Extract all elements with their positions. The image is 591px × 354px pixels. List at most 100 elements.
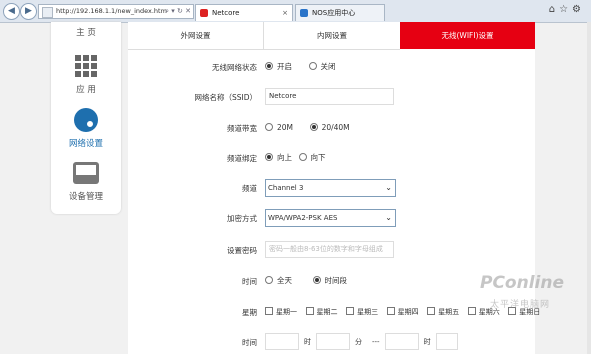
checkbox-icon [427,307,436,315]
time-range-label: 时间 [242,338,257,347]
option-label: 全天 [277,276,292,285]
ssid-row: 网络名称（SSID） Netcore [128,88,535,108]
end-minute-input[interactable] [435,333,458,350]
bandwidth-row: 频道带宽 20M 20/40M [128,119,535,139]
weekday-checkbox-wed[interactable]: 星期三 [346,303,378,321]
tab-wan-settings[interactable]: 外网设置 [128,22,264,50]
sidebar-item-label: 应 用 [76,85,96,95]
time-period-option[interactable]: 时间段 [312,272,348,290]
browser-tab-nos[interactable]: NOS应用中心 [295,4,385,21]
bandwidth-20-40m-option[interactable]: 20/40M [309,119,350,137]
time-range-row: 时间 时 分 --- 时 [128,333,535,353]
sidebar-item-home[interactable]: 主 页 [51,26,121,38]
time-mode-label: 时间 [242,277,257,286]
channel-selected-value: Channel 3 [268,184,304,192]
weekday-label: 星期一 [276,308,297,316]
channel-bind-label: 频道绑定 [227,154,257,163]
channel-bind-row: 频道绑定 向上 向下 [128,149,535,169]
nos-favicon-icon [300,9,308,17]
start-hour-input[interactable] [265,333,299,350]
option-label: 时间段 [324,276,348,285]
minute-unit-label: 分 [355,337,362,346]
browser-tab-label: NOS应用中心 [312,9,356,17]
wireless-status-label: 无线网络状态 [212,63,257,72]
tab-wifi-settings[interactable]: 无线(WIFI)设置 [400,22,535,49]
radio-checked-icon [265,153,273,161]
sidebar-item-label: 主 页 [76,28,96,38]
bandwidth-20m-option[interactable]: 20M [265,119,293,137]
range-dash: --- [372,337,380,346]
hour-unit-label: 时 [304,337,311,346]
checkbox-icon [346,307,355,315]
settings-tabs: 外网设置 内网设置 无线(WIFI)设置 [128,22,535,50]
sidebar-item-device-management[interactable]: 设备管理 [51,162,121,202]
weekdays-row: 星期 星期一 星期二 星期三 星期四 星期五 星期六 星期日 [128,303,540,323]
channel-label: 频道 [242,184,257,193]
pconline-watermark: PConline 太平洋电脑网 [478,273,588,353]
encryption-row: 加密方式 WPA/WPA2-PSK AES ⌄ [128,209,535,229]
weekday-label: 星期三 [357,308,379,316]
sidebar-item-label: 设备管理 [68,192,103,202]
end-hour-input[interactable] [384,333,419,350]
option-label: 向下 [310,153,326,162]
option-label: 开启 [277,62,292,71]
channel-bind-down-option[interactable]: 向下 [298,149,326,167]
ssid-label: 网络名称（SSID） [194,93,257,102]
sidebar-item-label: 网络设置 [68,139,103,149]
weekday-checkbox-tue[interactable]: 星期二 [305,303,338,321]
weekday-label: 星期二 [316,308,338,316]
radio-unchecked-icon [298,153,307,161]
ssid-input[interactable]: Netcore [265,88,394,105]
sidebar: 主 页 应 用 网络设置 设备管理 [51,22,121,214]
apps-grid-icon [75,55,97,77]
time-mode-row: 时间 全天 时间段 [128,272,535,292]
password-label: 设置密码 [227,246,257,255]
channel-row: 频道 Channel 3 ⌄ [128,179,535,199]
sidebar-item-apps[interactable]: 应 用 [51,55,121,95]
weekday-checkbox-fri[interactable]: 星期五 [427,303,459,321]
weekdays-label: 星期 [242,308,257,317]
close-tab-icon[interactable]: × [282,5,288,21]
browser-tab-label: Netcore [212,9,240,17]
encryption-select[interactable]: WPA/WPA2-PSK AES ⌄ [265,209,396,227]
wireless-off-option[interactable]: 关闭 [308,58,336,76]
time-all-day-option[interactable]: 全天 [265,272,292,290]
radio-unchecked-icon [265,276,273,284]
hour-unit-label: 时 [423,337,431,346]
address-url: http://192.168.1.1/new_index.htm [56,7,167,15]
weekday-label: 星期四 [397,308,419,316]
start-minute-input[interactable] [316,333,350,350]
wireless-status-row: 无线网络状态 开启 关闭 [128,58,535,78]
channel-bind-up-option[interactable]: 向上 [265,149,292,167]
password-row: 设置密码 密码一般由8-63位的数字和字母组成 [128,241,535,261]
watermark-cn: 太平洋电脑网 [490,300,551,310]
watermark-brand: PConline [480,273,565,293]
radio-unchecked-icon [265,123,273,131]
weekday-checkbox-mon[interactable]: 星期一 [265,303,297,321]
network-settings-icon [74,108,98,132]
weekday-checkbox-thu[interactable]: 星期四 [386,303,419,321]
forward-button[interactable]: ▶ [20,3,37,20]
checkbox-icon [265,307,273,315]
chevron-down-icon: ⌄ [385,183,392,192]
channel-select[interactable]: Channel 3 ⌄ [265,179,396,197]
tab-lan-settings[interactable]: 内网设置 [264,22,400,50]
browser-chrome: ◀ ▶ http://192.168.1.1/new_index.htm ⌕ ▾… [0,0,591,23]
sidebar-item-network-settings[interactable]: 网络设置 [51,108,121,149]
back-button[interactable]: ◀ [3,3,20,20]
wireless-on-option[interactable]: 开启 [265,58,292,76]
option-label: 向上 [277,153,292,162]
device-management-icon [73,162,99,184]
settings-panel: 外网设置 内网设置 无线(WIFI)设置 无线网络状态 开启 关闭 网络名称（S… [128,22,540,354]
page-icon [42,7,53,18]
address-tools-icon[interactable]: ⌕ ▾ ↻ ✕ [165,5,191,18]
checkbox-icon [386,307,395,315]
browser-tab-netcore[interactable]: Netcore × [195,4,293,21]
option-label: 20/40M [321,123,350,132]
address-bar[interactable]: http://192.168.1.1/new_index.htm ⌕ ▾ ↻ ✕ [38,4,194,19]
password-input[interactable]: 密码一般由8-63位的数字和字母组成 [265,241,394,258]
browser-toolbar-icons[interactable]: ⌂☆⚙ [549,4,585,15]
checkbox-icon [305,307,314,315]
encryption-selected-value: WPA/WPA2-PSK AES [268,214,338,222]
option-label: 20M [277,123,294,132]
